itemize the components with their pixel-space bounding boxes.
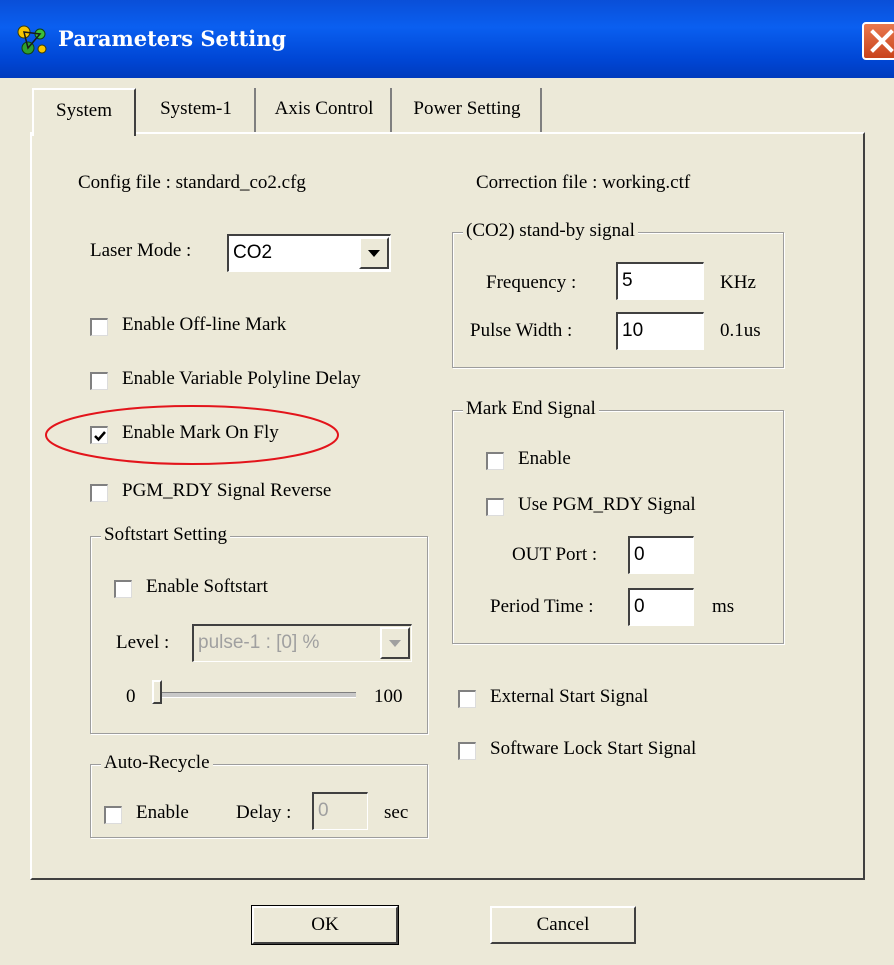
standby-signal-group-title: (CO2) stand-by signal [463, 220, 638, 242]
pgm-rdy-signal-reverse-checkbox[interactable] [90, 484, 108, 502]
cancel-button-label: Cancel [536, 914, 590, 935]
pulse-width-label: Pulse Width : [470, 320, 573, 341]
highlight-ellipse [45, 405, 339, 465]
mark-end-enable-checkbox[interactable] [486, 452, 504, 470]
softstart-slider-thumb[interactable] [152, 680, 162, 704]
ok-button-label: OK [311, 914, 339, 935]
tab-power-setting[interactable]: Power Setting [394, 88, 542, 132]
tab-system-1[interactable]: System-1 [138, 88, 256, 132]
frequency-label: Frequency : [486, 272, 577, 293]
pulse-width-input[interactable]: 10 [616, 312, 704, 350]
auto-recycle-group-title: Auto-Recycle [101, 752, 213, 774]
tab-label: Power Setting [413, 98, 521, 119]
softstart-level-dropdown-button[interactable] [380, 627, 410, 659]
laser-mode-dropdown-button[interactable] [359, 237, 389, 269]
slider-min-label: 0 [126, 686, 136, 707]
use-pgm-rdy-checkbox[interactable] [486, 498, 504, 516]
ok-button[interactable]: OK [251, 905, 399, 945]
slider-max-label: 100 [374, 686, 403, 707]
softstart-slider-track[interactable] [156, 692, 356, 698]
chevron-down-icon [389, 640, 401, 647]
laser-mode-value: CO2 [233, 242, 273, 263]
period-time-label: Period Time : [490, 596, 594, 617]
enable-variable-polyline-delay-checkbox[interactable] [90, 372, 108, 390]
external-start-signal-checkbox[interactable] [458, 690, 476, 708]
softstart-level-select[interactable]: pulse-1 : [0] % [192, 624, 412, 662]
window-title: Parameters Setting [58, 26, 287, 51]
period-time-input[interactable]: 0 [628, 588, 694, 626]
auto-recycle-delay-label: Delay : [236, 802, 292, 823]
app-icon [14, 22, 52, 58]
softstart-level-label: Level : [116, 632, 170, 653]
laser-mode-select[interactable]: CO2 [227, 234, 391, 272]
out-port-label: OUT Port : [512, 544, 598, 565]
tab-axis-control[interactable]: Axis Control [258, 88, 392, 132]
correction-file-label: Correction file : working.ctf [476, 172, 691, 193]
tab-label: Axis Control [274, 98, 374, 119]
close-button[interactable] [862, 22, 894, 60]
period-time-value: 0 [634, 596, 645, 617]
tab-label: System [56, 100, 112, 121]
frequency-unit: KHz [720, 272, 756, 293]
auto-recycle-group: Auto-Recycle [90, 752, 428, 838]
title-bar[interactable]: Parameters Setting [0, 0, 894, 78]
config-file-label: Config file : standard_co2.cfg [78, 172, 306, 193]
cancel-button[interactable]: Cancel [490, 906, 636, 944]
use-pgm-rdy-label: Use PGM_RDY Signal [518, 494, 696, 515]
auto-recycle-enable-label: Enable [136, 802, 189, 823]
pulse-width-value: 10 [622, 320, 644, 341]
auto-recycle-delay-unit: sec [384, 802, 409, 823]
parameters-setting-dialog: Parameters Setting System System-1 Axis … [0, 0, 894, 965]
enable-softstart-label: Enable Softstart [146, 576, 268, 597]
mark-end-enable-label: Enable [518, 448, 571, 469]
tab-system[interactable]: System [32, 88, 136, 136]
enable-softstart-checkbox[interactable] [114, 580, 132, 598]
software-lock-start-signal-checkbox[interactable] [458, 742, 476, 760]
period-time-unit: ms [712, 596, 735, 617]
laser-mode-label: Laser Mode : [90, 240, 192, 261]
software-lock-start-signal-label: Software Lock Start Signal [490, 738, 697, 759]
mark-end-signal-group-title: Mark End Signal [463, 398, 599, 420]
softstart-level-value: pulse-1 : [0] % [198, 632, 320, 653]
chevron-down-icon [368, 250, 380, 257]
auto-recycle-delay-value: 0 [318, 800, 329, 821]
pgm-rdy-signal-reverse-label: PGM_RDY Signal Reverse [122, 480, 332, 501]
tab-label: System-1 [160, 98, 232, 119]
frequency-input[interactable]: 5 [616, 262, 704, 300]
out-port-value: 0 [634, 544, 645, 565]
out-port-input[interactable]: 0 [628, 536, 694, 574]
enable-offline-mark-checkbox[interactable] [90, 318, 108, 336]
frequency-value: 5 [622, 270, 633, 291]
external-start-signal-label: External Start Signal [490, 686, 649, 707]
pulse-width-unit: 0.1us [720, 320, 761, 341]
auto-recycle-enable-checkbox[interactable] [104, 806, 122, 824]
enable-variable-polyline-delay-label: Enable Variable Polyline Delay [122, 368, 361, 389]
softstart-group-title: Softstart Setting [101, 524, 230, 546]
close-icon [870, 29, 894, 53]
auto-recycle-delay-input[interactable]: 0 [312, 792, 368, 830]
enable-offline-mark-label: Enable Off-line Mark [122, 314, 287, 335]
